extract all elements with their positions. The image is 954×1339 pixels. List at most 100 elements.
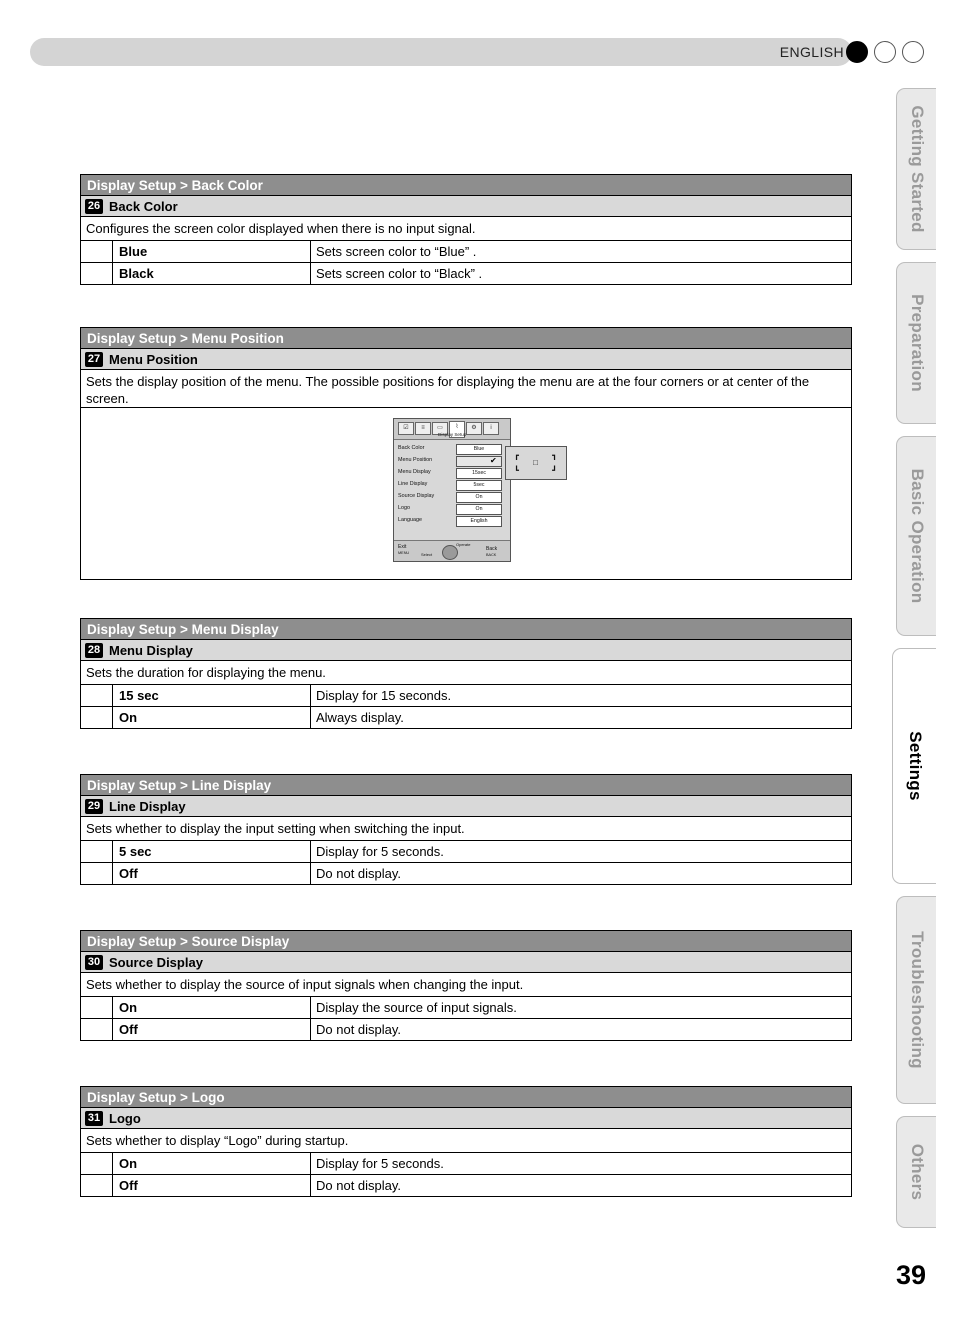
option-row: Off Do not display. <box>80 1019 852 1041</box>
option-indent <box>81 841 113 862</box>
option-name: Off <box>113 1175 311 1196</box>
osd-row-label: Source Display <box>398 493 435 499</box>
osd-row-value: On <box>456 492 502 503</box>
section-title: Display Setup > Line Display <box>80 774 852 796</box>
side-tab-basic-operation-label: Basic Operation <box>907 468 927 604</box>
section-item-header: 29 Line Display <box>80 796 852 817</box>
option-name: Off <box>113 863 311 884</box>
section-number-badge: 31 <box>85 1110 103 1126</box>
option-name: 15 sec <box>113 685 311 706</box>
osd-back-label: Back <box>486 546 498 552</box>
osd-position-corner-top-left[interactable]: ┏ <box>512 451 521 460</box>
osd-tab-function-icon: ⚙ <box>466 422 482 435</box>
side-tab-others-label: Others <box>907 1143 927 1201</box>
option-indent <box>81 241 113 262</box>
option-description: Display for 5 seconds. <box>316 844 444 859</box>
osd-illustration: ☑ ≡ ▭ ⌇ ⚙ i Display Setup Back Color Blu… <box>80 408 852 580</box>
osd-row: Language English <box>394 516 510 528</box>
option-name: On <box>113 707 311 728</box>
section-item-header: 26 Back Color <box>80 196 852 217</box>
osd-tab-sliders-icon: ≡ <box>415 422 431 435</box>
header-dot-1 <box>846 41 868 63</box>
option-row: 15 sec Display for 15 seconds. <box>80 685 852 707</box>
side-tab-settings[interactable]: Settings <box>892 648 936 884</box>
side-tab-preparation[interactable]: Preparation <box>896 262 936 424</box>
osd-row-label: Logo <box>398 505 410 511</box>
osd-position-center[interactable]: □ <box>531 458 540 467</box>
osd-tab-bar: ☑ ≡ ▭ ⌇ ⚙ i Display Setup <box>394 419 510 440</box>
section-title: Display Setup > Logo <box>80 1086 852 1108</box>
header-bar <box>30 38 852 66</box>
option-name: On <box>113 1153 311 1174</box>
osd-position-check-icon: ✔ <box>490 456 497 465</box>
side-tab-basic-operation[interactable]: Basic Operation <box>896 436 936 636</box>
osd-row-list: Back Color Blue Menu Position Menu Displ… <box>394 440 510 528</box>
osd-tab-picture-icon: ☑ <box>398 422 414 435</box>
osd-row: Logo On <box>394 504 510 516</box>
section-title: Display Setup > Menu Display <box>80 618 852 640</box>
section-number-badge: 26 <box>85 198 103 214</box>
section-item-label: Menu Display <box>109 642 193 658</box>
option-row: Black Sets screen color to “Black” . <box>80 263 852 285</box>
option-name: Off <box>113 1019 311 1040</box>
section-title: Display Setup > Back Color <box>80 174 852 196</box>
option-description: Do not display. <box>316 1178 402 1193</box>
osd-dpad-icon <box>442 545 458 560</box>
option-indent <box>81 263 113 284</box>
option-name: Blue <box>113 241 311 262</box>
section-description: Sets the display position of the menu. T… <box>80 370 852 408</box>
section-number-badge: 29 <box>85 798 103 814</box>
osd-menu: ☑ ≡ ▭ ⌇ ⚙ i Display Setup Back Color Blu… <box>393 418 511 562</box>
osd-footer: Exit MENU Select Operate Back BACK <box>394 540 510 561</box>
osd-row-value: Blue <box>456 444 502 455</box>
side-tab-troubleshooting[interactable]: Troubleshooting <box>896 896 936 1104</box>
option-row: 5 sec Display for 5 seconds. <box>80 841 852 863</box>
osd-position-corner-bottom-left[interactable]: ┗ <box>512 466 521 475</box>
section-item-label: Line Display <box>109 798 186 814</box>
option-indent <box>81 997 113 1018</box>
section-back-color: Display Setup > Back Color 26 Back Color… <box>80 174 852 285</box>
osd-row-label: Line Display <box>398 481 428 487</box>
osd-row-value: 15sec <box>456 468 502 479</box>
option-description: Do not display. <box>316 1022 402 1037</box>
page-number: 39 <box>895 1260 926 1290</box>
osd-row-label: Menu Display <box>398 469 431 475</box>
side-tab-getting-started[interactable]: Getting Started <box>896 88 936 250</box>
option-description: Display for 5 seconds. <box>316 1156 444 1171</box>
option-indent <box>81 1175 113 1196</box>
side-tab-preparation-label: Preparation <box>907 294 927 392</box>
option-description: Always display. <box>316 710 404 725</box>
osd-operate-label: Operate <box>456 542 471 547</box>
osd-row-label: Menu Position <box>398 457 433 463</box>
section-item-header: 28 Menu Display <box>80 640 852 661</box>
section-description: Sets whether to display the source of in… <box>80 973 852 997</box>
osd-position-corner-top-right[interactable]: ┓ <box>550 451 559 460</box>
osd-position-popup: ✔ ┏ ┓ ┗ ┛ □ <box>490 446 567 480</box>
osd-row-value: On <box>456 504 502 515</box>
osd-tab-information-icon: i <box>483 422 499 435</box>
option-indent <box>81 685 113 706</box>
osd-exit-sub-label: MENU <box>398 551 410 555</box>
side-tab-others[interactable]: Others <box>896 1116 936 1228</box>
option-indent <box>81 1019 113 1040</box>
osd-row-value: 5sec <box>456 480 502 491</box>
osd-row-value: English <box>456 516 502 527</box>
section-line-display: Display Setup > Line Display 29 Line Dis… <box>80 774 852 885</box>
section-menu-position: Display Setup > Menu Position 27 Menu Po… <box>80 327 852 580</box>
option-indent <box>81 707 113 728</box>
osd-row: Source Display On <box>394 492 510 504</box>
osd-row: Back Color Blue <box>394 444 510 456</box>
section-item-header: 31 Logo <box>80 1108 852 1129</box>
option-row: Blue Sets screen color to “Blue” . <box>80 241 852 263</box>
osd-tab-caption: Display Setup <box>438 432 467 437</box>
section-number-badge: 27 <box>85 351 103 367</box>
side-tab-settings-label: Settings <box>905 731 925 801</box>
option-description: Display for 15 seconds. <box>316 688 452 703</box>
section-number-badge: 30 <box>85 954 103 970</box>
option-description: Sets screen color to “Black” . <box>316 266 483 281</box>
section-title: Display Setup > Source Display <box>80 930 852 952</box>
section-item-label: Logo <box>109 1110 141 1126</box>
osd-row-label: Back Color <box>398 445 425 451</box>
section-item-header: 27 Menu Position <box>80 349 852 370</box>
osd-position-corner-bottom-right[interactable]: ┛ <box>550 466 559 475</box>
